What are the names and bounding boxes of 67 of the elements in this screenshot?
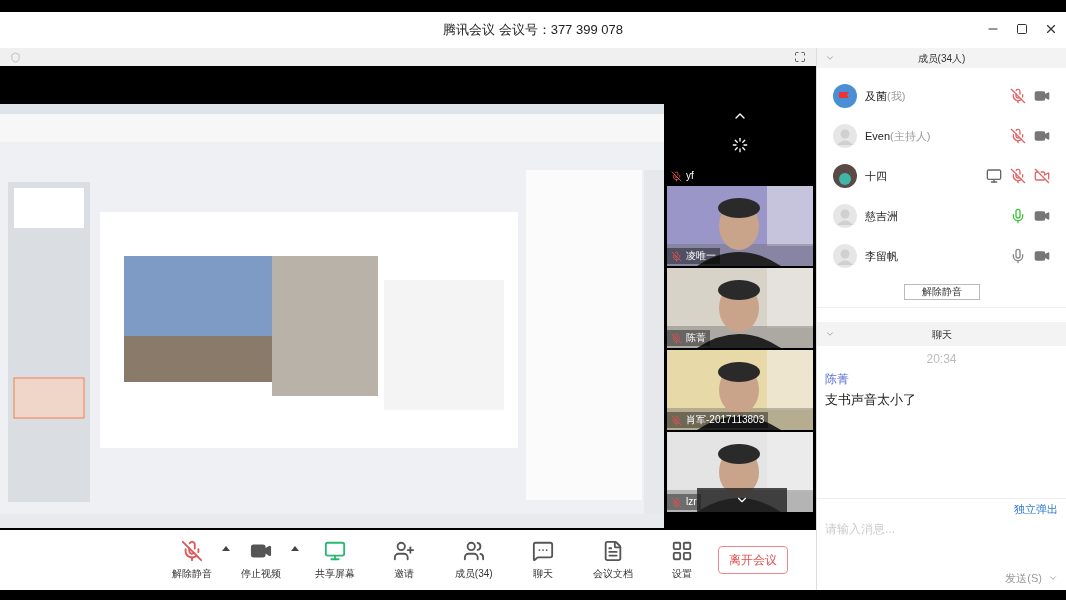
member-row[interactable]: 李留帆 (817, 236, 1066, 276)
unmute-all-button[interactable]: 解除静音 (903, 283, 980, 300)
chat-header[interactable]: 聊天 (817, 322, 1066, 346)
muted-mic-icon (671, 250, 682, 262)
toolbar-button[interactable]: 设置 (648, 539, 716, 581)
toolbar-button[interactable]: 停止视频 (231, 539, 291, 581)
member-row[interactable]: Even(主持人) (817, 116, 1066, 156)
add-user-icon (393, 539, 416, 562)
loading-spinner-icon (732, 137, 748, 153)
muted-mic-icon (671, 332, 682, 344)
muted-mic-icon (180, 539, 203, 562)
participant-name: 肖军-2017113803 (686, 415, 765, 425)
maximize-icon[interactable] (1016, 23, 1028, 35)
camera-icon[interactable] (1034, 248, 1050, 264)
member-row[interactable]: 及菌(我) (817, 76, 1066, 116)
message-time: 20:34 (926, 351, 957, 368)
fullscreen-icon[interactable] (794, 51, 806, 63)
member-name: 李留帆 (865, 248, 899, 264)
muted-mic-icon (671, 414, 682, 426)
close-icon[interactable] (1044, 22, 1058, 36)
avatar (833, 84, 857, 108)
member-name: 慈吉洲 (865, 208, 899, 224)
scroll-down-button[interactable] (697, 488, 787, 512)
users-icon (462, 539, 485, 562)
members-header[interactable]: 成员(34人) (817, 48, 1066, 68)
panel-title: 成员(34人) (917, 51, 966, 66)
muted-mic-icon[interactable] (1010, 168, 1026, 184)
leave-meeting-button[interactable]: 离开会议 (718, 546, 788, 574)
message-sender: 陈菁 (825, 371, 850, 388)
participant-name: yf (686, 171, 694, 181)
camera-icon[interactable] (1034, 128, 1050, 144)
mic-icon[interactable] (1010, 248, 1026, 264)
mic-icon[interactable] (1010, 208, 1026, 224)
caret-icon[interactable] (291, 545, 299, 551)
muted-mic-icon (671, 496, 682, 508)
caret-icon[interactable] (221, 545, 230, 551)
member-name: Even(主持人) (865, 128, 932, 144)
toolbar-button[interactable]: 解除静音 (162, 539, 222, 581)
toolbar-button[interactable]: 共享屏幕 (301, 539, 369, 581)
participant-name: 凌唯一 (686, 251, 716, 261)
participant-name: 陈菁 (686, 333, 706, 343)
settings-icon (671, 539, 694, 562)
avatar (833, 204, 857, 228)
toolbar-button[interactable]: 邀请 (370, 539, 438, 581)
muted-mic-icon[interactable] (1010, 128, 1026, 144)
member-name: 及菌(我) (865, 88, 907, 104)
member-row[interactable]: 十四 (817, 156, 1066, 196)
toolbar-button[interactable]: 聊天 (509, 539, 577, 581)
window-title: 腾讯会议 会议号：377 399 078 (443, 21, 623, 40)
camera-icon[interactable] (1034, 88, 1050, 104)
message-text: 支书声音太小了 (825, 391, 917, 409)
camera-icon[interactable] (1034, 208, 1050, 224)
participant-name: lzr (686, 497, 697, 507)
toolbar-button[interactable]: 成员(34) (440, 539, 508, 581)
avatar (833, 124, 857, 148)
popout-link[interactable]: 独立弹出 (1014, 501, 1058, 518)
member-name: 十四 (865, 168, 888, 184)
camera-off-icon[interactable] (1034, 168, 1050, 184)
avatar (833, 164, 857, 188)
member-row[interactable]: 慈吉洲 (817, 196, 1066, 236)
avatar (833, 244, 857, 268)
muted-mic-icon[interactable] (1010, 88, 1026, 104)
muted-mic-icon (671, 170, 682, 182)
panel-title: 聊天 (931, 327, 952, 342)
monitor-icon (323, 539, 346, 562)
toolbar-button[interactable]: 会议文档 (579, 539, 647, 581)
chat-icon (532, 539, 555, 562)
